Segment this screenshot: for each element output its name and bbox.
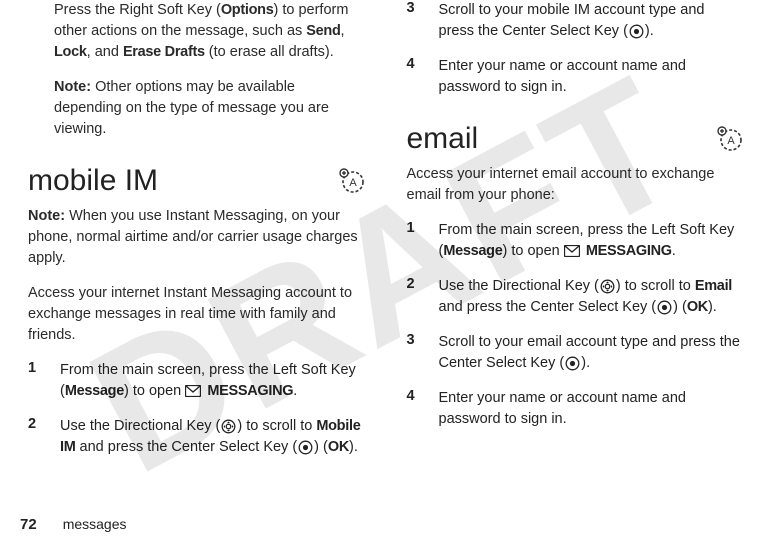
step-body: Use the Directional Key () to scroll to … [60, 416, 365, 458]
heading-text: email [407, 122, 479, 156]
text: ). [708, 299, 717, 315]
step-body: Scroll to your mobile IM account type an… [439, 0, 744, 42]
heading-email: email A [407, 122, 744, 156]
messaging-label: MESSAGING [586, 243, 672, 259]
step-4: 4 Enter your name or account name and pa… [407, 56, 744, 98]
erase-label: Erase Drafts [123, 44, 205, 60]
text: and press the Center Select Key ( [439, 299, 657, 315]
directional-key-icon [221, 419, 236, 434]
step-body: Enter your name or account name and pass… [439, 388, 744, 430]
step-body: Use the Directional Key () to scroll to … [439, 276, 744, 318]
step-2: 2 Use the Directional Key ( ) to scroll t… [28, 416, 365, 458]
text: ) to open [124, 383, 185, 399]
note-1: Note: Other options may be available dep… [54, 77, 365, 140]
ok-label: OK [687, 299, 708, 315]
send-label: Send [306, 23, 340, 39]
note-text: When you use Instant Messaging, on your … [28, 208, 358, 266]
svg-text:A: A [727, 135, 735, 147]
page-two-column: Press the Right Soft Key (Options) to pe… [0, 0, 771, 549]
left-column: Press the Right Soft Key (Options) to pe… [28, 0, 365, 549]
email-step-3: 3 Scroll to your email account type and … [407, 332, 744, 374]
email-step-4: 4 Enter your name or account name and pa… [407, 388, 744, 430]
options-label: Options [221, 2, 274, 18]
text: ) to open [503, 243, 564, 259]
text: . [293, 383, 297, 399]
step-1: 1 From the main screen, press the Left S… [28, 360, 365, 402]
step-number: 2 [407, 276, 423, 318]
step-number: 2 [28, 416, 44, 458]
text: . [672, 243, 676, 259]
ok-label: OK [328, 439, 349, 455]
center-select-key-icon [565, 356, 580, 371]
access-paragraph: Access your internet Instant Messaging a… [28, 283, 365, 346]
email-step-1: 1 From the main screen, press the Left S… [407, 220, 744, 262]
text: , and [87, 44, 123, 60]
center-select-key-icon [629, 24, 644, 39]
step-body: From the main screen, press the Left Sof… [439, 220, 744, 262]
step-number: 3 [407, 332, 423, 374]
text: Press the Right Soft Key ( [54, 2, 221, 18]
message-key-label: Message [443, 243, 502, 259]
step-number: 1 [28, 360, 44, 402]
text: ). [645, 23, 654, 39]
heading-text: mobile IM [28, 164, 158, 198]
text: ). [349, 439, 358, 455]
step-number: 1 [407, 220, 423, 262]
note-label: Note: [28, 208, 65, 224]
text: (to erase all drafts). [205, 44, 334, 60]
text: Scroll to your mobile IM account type an… [439, 2, 705, 39]
lock-label: Lock [54, 44, 87, 60]
step-number: 3 [407, 0, 423, 42]
step-body: Enter your name or account name and pass… [439, 56, 744, 98]
center-select-key-icon [298, 440, 313, 455]
footer-section-label: messages [63, 516, 127, 532]
note-text: Other options may be available depending… [54, 79, 329, 137]
text: ) ( [314, 439, 328, 455]
step-body: From the main screen, press the Left Sof… [60, 360, 365, 402]
text: ). [581, 355, 590, 371]
intro-paragraph: Press the Right Soft Key (Options) to pe… [54, 0, 365, 63]
envelope-icon [564, 245, 580, 257]
email-target-label: Email [695, 278, 732, 294]
feature-badge-icon: A [717, 126, 743, 152]
svg-text:A: A [349, 177, 357, 189]
email-step-2: 2 Use the Directional Key ( ) to scroll t… [407, 276, 744, 318]
envelope-icon [185, 385, 201, 397]
text: Use the Directional Key ( [439, 278, 599, 294]
text: , [341, 23, 345, 39]
heading-mobile-im: mobile IM A [28, 164, 365, 198]
text: ) to scroll to [616, 278, 695, 294]
access-paragraph-email: Access your internet email account to ex… [407, 164, 744, 206]
note-label: Note: [54, 79, 91, 95]
message-key-label: Message [65, 383, 124, 399]
note-2: Note: When you use Instant Messaging, on… [28, 206, 365, 269]
step-3: 3 Scroll to your mobile IM account type … [407, 0, 744, 42]
right-column: 3 Scroll to your mobile IM account type … [407, 0, 744, 549]
text: Use the Directional Key ( [60, 418, 220, 434]
page-footer: 72 messages [20, 516, 127, 533]
feature-badge-icon: A [339, 168, 365, 194]
page-number: 72 [20, 516, 37, 533]
text: and press the Center Select Key ( [76, 439, 298, 455]
messaging-label: MESSAGING [207, 383, 293, 399]
text: ) ( [673, 299, 687, 315]
step-number: 4 [407, 388, 423, 430]
text: ) to scroll to [237, 418, 316, 434]
center-select-key-icon [657, 300, 672, 315]
step-body: Scroll to your email account type and pr… [439, 332, 744, 374]
step-number: 4 [407, 56, 423, 98]
directional-key-icon [600, 279, 615, 294]
